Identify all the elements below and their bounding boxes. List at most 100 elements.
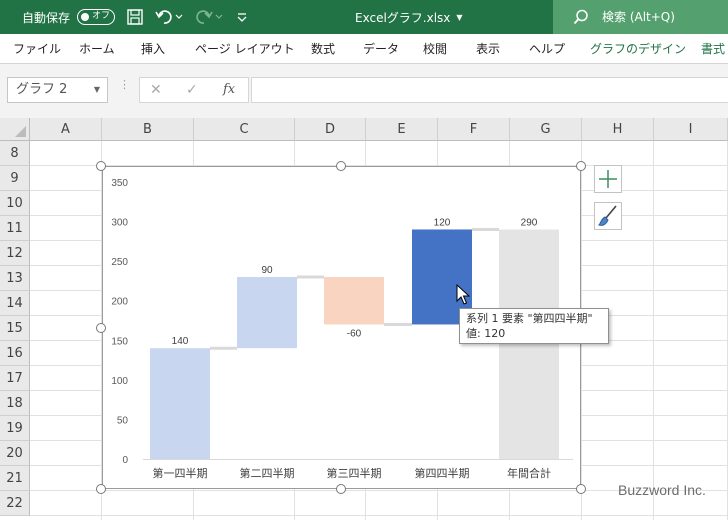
row-header-16[interactable]: 16 xyxy=(0,341,30,366)
resize-handle[interactable] xyxy=(576,484,586,494)
tab-help[interactable]: ヘルプ xyxy=(529,34,565,64)
y-tick-label: 300 xyxy=(111,218,128,229)
y-tick-label: 250 xyxy=(111,257,128,268)
bar-1 xyxy=(150,348,210,459)
category-label: 第二四半期 xyxy=(240,466,295,480)
row-header-11[interactable]: 11 xyxy=(0,216,30,241)
chart-elements-button[interactable] xyxy=(594,165,622,193)
tab-file[interactable]: ファイル xyxy=(13,34,61,64)
chart-styles-button[interactable] xyxy=(594,202,622,230)
y-tick-label: 350 xyxy=(111,178,128,189)
row-header-18[interactable]: 18 xyxy=(0,391,30,416)
row-header-22[interactable]: 22 xyxy=(0,491,30,516)
ribbon-tabs: ファイル ホーム 挿入 ページ レイアウト 数式 データ 校閲 表示 ヘルプ グ… xyxy=(0,34,728,64)
row-header-20[interactable]: 20 xyxy=(0,441,30,466)
resize-handle[interactable] xyxy=(336,484,346,494)
row-header-9[interactable]: 9 xyxy=(0,166,30,191)
data-label: 140 xyxy=(172,336,189,347)
y-tick-label: 100 xyxy=(111,376,128,387)
mouse-cursor-icon xyxy=(456,284,470,305)
search-icon xyxy=(573,9,589,28)
column-header-f[interactable]: F xyxy=(438,118,510,141)
y-tick-label: 50 xyxy=(117,415,129,426)
autosave-toggle[interactable]: オフ xyxy=(77,0,115,34)
autosave-state: オフ xyxy=(92,11,111,21)
row-header-15[interactable]: 15 xyxy=(0,316,30,341)
save-icon[interactable] xyxy=(126,0,144,34)
name-box[interactable]: グラフ 2 ▼ xyxy=(7,77,108,103)
data-label: 120 xyxy=(434,217,451,228)
autosave-label: 自動保存 xyxy=(22,10,71,25)
column-header-a[interactable]: A xyxy=(30,118,102,141)
tab-page-layout[interactable]: ページ レイアウト xyxy=(195,34,295,64)
row-header-14[interactable]: 14 xyxy=(0,291,30,316)
row-header-21[interactable]: 21 xyxy=(0,466,30,491)
redo-icon[interactable] xyxy=(195,0,225,34)
column-header-d[interactable]: D xyxy=(295,118,366,141)
category-label: 第四四半期 xyxy=(415,466,470,480)
paintbrush-icon xyxy=(598,205,617,226)
file-name[interactable]: Excelグラフ.xlsx ▼ xyxy=(355,0,463,34)
enter-icon[interactable]: ✓ xyxy=(186,78,198,102)
y-tick-label: 0 xyxy=(122,455,128,466)
category-label: 第一四半期 xyxy=(153,466,208,480)
plus-icon xyxy=(599,170,617,188)
row-header-19[interactable]: 19 xyxy=(0,416,30,441)
formula-bar: グラフ 2 ▼ ⋮ ✕ ✓ fx xyxy=(0,64,728,118)
chevron-down-icon: ▼ xyxy=(93,85,100,94)
chart-tooltip: 系列 1 要素 "第四四半期" 値: 120 xyxy=(459,308,609,344)
insert-function-icon[interactable]: fx xyxy=(223,78,235,102)
resize-handle[interactable] xyxy=(96,161,106,171)
category-label: 年間合計 xyxy=(507,466,551,480)
watermark: Buzzword Inc. xyxy=(618,482,706,498)
title-bar: 自動保存 オフ Excelグラフ.xlsx ▼ 検索 (Alt+Q) xyxy=(0,0,728,34)
resize-handle[interactable] xyxy=(96,323,106,333)
tab-chart-design[interactable]: グラフのデザイン xyxy=(590,34,686,64)
y-tick-label: 150 xyxy=(111,336,128,347)
bar-3 xyxy=(324,276,384,325)
search-label: 検索 (Alt+Q) xyxy=(602,10,675,24)
row-header-13[interactable]: 13 xyxy=(0,266,30,291)
category-label: 第三四半期 xyxy=(327,466,382,480)
row-gridline xyxy=(30,515,728,516)
resize-handle[interactable] xyxy=(336,161,346,171)
search-box[interactable]: 検索 (Alt+Q) xyxy=(553,0,728,34)
resize-handle[interactable] xyxy=(96,484,106,494)
y-tick-label: 200 xyxy=(111,297,128,308)
customize-toolbar-icon[interactable] xyxy=(236,0,248,34)
cancel-icon[interactable]: ✕ xyxy=(150,78,162,102)
tab-insert[interactable]: 挿入 xyxy=(141,34,165,64)
formula-input[interactable] xyxy=(251,77,728,103)
tab-view[interactable]: 表示 xyxy=(476,34,500,64)
tooltip-series-element: 系列 1 要素 "第四四半期" xyxy=(466,312,593,325)
data-label: -60 xyxy=(347,328,362,339)
row-header-10[interactable]: 10 xyxy=(0,191,30,216)
column-header-e[interactable]: E xyxy=(366,118,438,141)
tooltip-value: 値: 120 xyxy=(466,327,506,340)
tab-formulas[interactable]: 数式 xyxy=(311,34,335,64)
column-gridline xyxy=(653,141,654,520)
data-label: 90 xyxy=(261,265,273,276)
undo-icon[interactable] xyxy=(155,0,185,34)
bar-2 xyxy=(237,276,297,349)
chevron-down-icon: ▼ xyxy=(456,12,463,22)
data-label: 290 xyxy=(521,217,538,228)
select-all-button[interactable] xyxy=(0,118,30,141)
bar-5 xyxy=(499,229,559,459)
name-box-value: グラフ 2 xyxy=(16,82,68,97)
row-header-17[interactable]: 17 xyxy=(0,366,30,391)
column-header-h[interactable]: H xyxy=(582,118,654,141)
row-header-8[interactable]: 8 xyxy=(0,141,30,166)
column-header-i[interactable]: I xyxy=(654,118,728,141)
row-header-12[interactable]: 12 xyxy=(0,241,30,266)
tab-home[interactable]: ホーム xyxy=(79,34,115,64)
resize-handle[interactable] xyxy=(576,161,586,171)
tab-data[interactable]: データ xyxy=(363,34,399,64)
more-options-icon: ⋮ xyxy=(119,78,130,91)
tab-format[interactable]: 書式 xyxy=(701,34,725,64)
formula-buttons: ✕ ✓ fx xyxy=(139,77,249,103)
tab-review[interactable]: 校閲 xyxy=(423,34,447,64)
column-header-g[interactable]: G xyxy=(510,118,582,141)
column-header-c[interactable]: C xyxy=(194,118,295,141)
column-header-b[interactable]: B xyxy=(102,118,194,141)
